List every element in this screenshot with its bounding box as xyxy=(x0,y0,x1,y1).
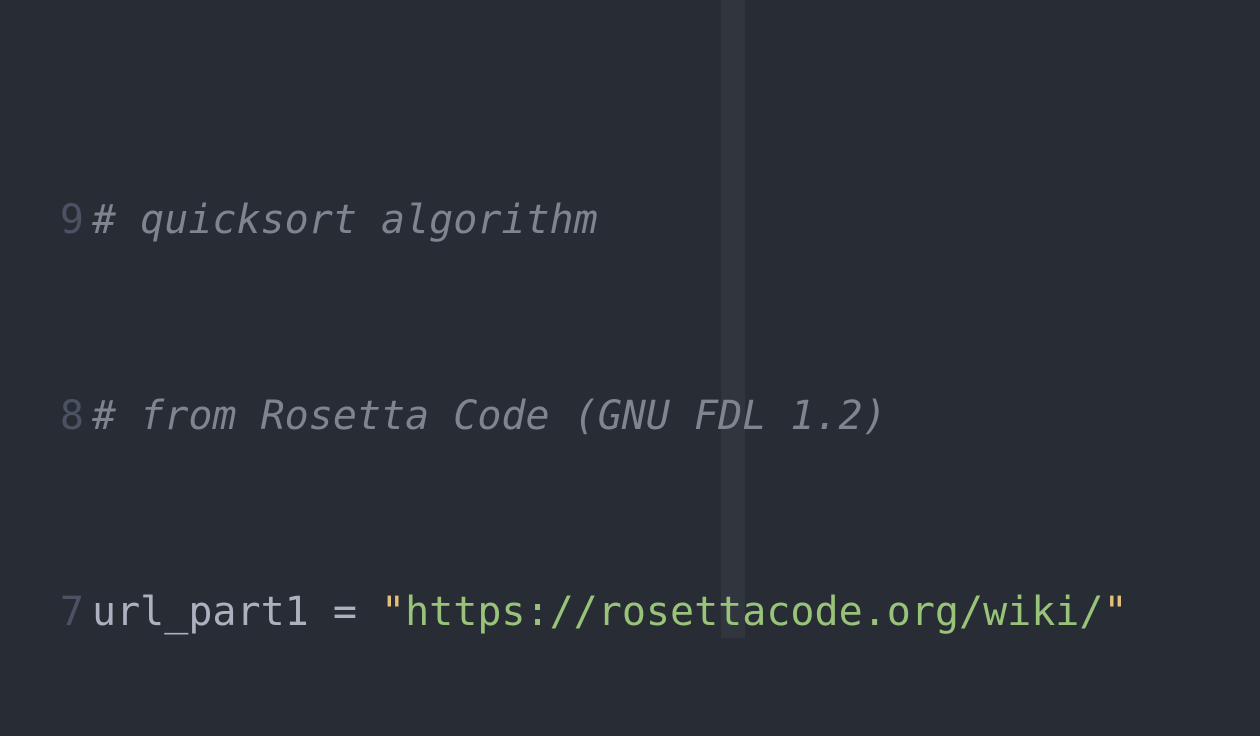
line-number: 7 xyxy=(0,588,92,637)
comment: # from Rosetta Code (GNU FDL 1.2) xyxy=(92,393,887,439)
identifier: url_part1 xyxy=(92,589,309,635)
string-literal: https://rosettacode.org/wiki/ xyxy=(405,589,1103,635)
line-number: 9 xyxy=(0,196,92,245)
code-line: 9 # quicksort algorithm xyxy=(0,196,1260,245)
comment: # quicksort algorithm xyxy=(92,197,598,243)
line-number: 8 xyxy=(0,392,92,441)
code-line: 8 # from Rosetta Code (GNU FDL 1.2) xyxy=(0,392,1260,441)
code-editor[interactable]: 9 # quicksort algorithm 8 # from Rosetta… xyxy=(0,0,1260,736)
code-line: 7 url_part1 = "https://rosettacode.org/w… xyxy=(0,588,1260,637)
column-guide xyxy=(721,0,745,638)
